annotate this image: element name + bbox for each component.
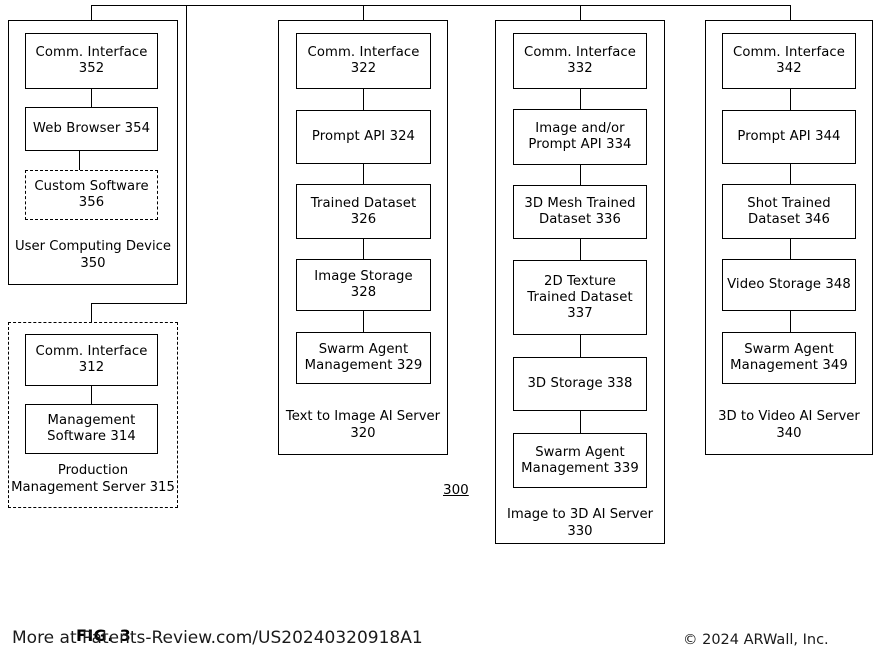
node-comm-interface-312[interactable]: Comm. Interface 312 bbox=[25, 334, 158, 386]
node-shot-trained-dataset-346[interactable]: Shot Trained Dataset 346 bbox=[722, 184, 856, 239]
patent-figure-canvas: User Computing Device 350 Comm. Interfac… bbox=[0, 0, 880, 662]
connector-342-344 bbox=[790, 89, 791, 110]
watermark-text: More at Patents-Review.com/US20240320918… bbox=[12, 628, 423, 648]
bus-drop-user-device bbox=[91, 5, 92, 20]
node-label: 3D Storage 338 bbox=[527, 376, 633, 391]
node-label: Web Browser 354 bbox=[32, 121, 151, 136]
node-label: Trained Dataset 326 bbox=[310, 195, 417, 227]
node-label: Custom Software 356 bbox=[34, 179, 149, 210]
node-swarm-agent-management-339[interactable]: Swarm Agent Management 339 bbox=[513, 433, 647, 488]
node-label: Swarm Agent Management 329 bbox=[304, 342, 423, 373]
connector-326-328 bbox=[363, 239, 364, 259]
node-custom-software-356[interactable]: Custom Software 356 bbox=[25, 170, 158, 220]
node-prompt-api-344[interactable]: Prompt API 344 bbox=[722, 110, 856, 164]
connector-328-329 bbox=[363, 311, 364, 332]
node-comm-interface-332[interactable]: Comm. Interface 332 bbox=[513, 33, 647, 89]
node-label: 2D Texture Trained Dataset 337 bbox=[527, 273, 633, 321]
node-label: Management Software 314 bbox=[47, 413, 136, 444]
node-3d-storage-338[interactable]: 3D Storage 338 bbox=[513, 357, 647, 411]
group-label-production-management-server: Production Management Server 315 bbox=[11, 463, 175, 495]
node-3d-mesh-trained-dataset-336[interactable]: 3D Mesh Trained Dataset 336 bbox=[513, 185, 647, 239]
node-video-storage-348[interactable]: Video Storage 348 bbox=[722, 259, 856, 311]
connector-338-339 bbox=[580, 411, 581, 433]
node-image-storage-328[interactable]: Image Storage 328 bbox=[296, 259, 431, 311]
group-label-text-to-image-ai-server: Text to Image AI Server 320 bbox=[285, 409, 441, 441]
node-comm-interface-342[interactable]: Comm. Interface 342 bbox=[722, 33, 856, 89]
bus-horizontal-main bbox=[91, 5, 791, 6]
copyright-text: © 2024 ARWall, Inc. bbox=[683, 632, 829, 648]
connector-324-326 bbox=[363, 164, 364, 184]
connector-346-348 bbox=[790, 239, 791, 259]
node-label: Swarm Agent Management 349 bbox=[730, 342, 848, 373]
node-comm-interface-322[interactable]: Comm. Interface 322 bbox=[296, 33, 431, 89]
node-management-software-314[interactable]: Management Software 314 bbox=[25, 404, 158, 454]
node-comm-interface-352[interactable]: Comm. Interface 352 bbox=[25, 33, 158, 89]
node-label: Comm. Interface 352 bbox=[35, 45, 148, 76]
bus-vertical-left-spine bbox=[186, 5, 187, 303]
node-label: Image Storage 328 bbox=[314, 269, 413, 300]
connector-332-334 bbox=[580, 89, 581, 109]
bus-drop-mgmt-server bbox=[91, 303, 92, 322]
node-label: Prompt API 324 bbox=[311, 129, 416, 144]
bus-elbow-to-mgmt-server bbox=[91, 303, 187, 304]
group-label-image-to-3d-ai-server: Image to 3D AI Server 330 bbox=[506, 507, 653, 539]
bus-drop-text-to-image bbox=[363, 5, 364, 20]
node-label: Comm. Interface 332 bbox=[524, 45, 636, 76]
group-label-3d-to-video-ai-server: 3D to Video AI Server 340 bbox=[718, 409, 860, 441]
node-label: 3D Mesh Trained Dataset 336 bbox=[524, 196, 636, 227]
node-image-prompt-api-334[interactable]: Image and/or Prompt API 334 bbox=[513, 109, 647, 165]
connector-334-336 bbox=[580, 165, 581, 185]
connector-354-356 bbox=[79, 151, 80, 170]
connector-312-314 bbox=[91, 386, 92, 404]
node-label: Comm. Interface 312 bbox=[35, 344, 148, 375]
node-label: Video Storage 348 bbox=[727, 277, 851, 292]
connector-336-337 bbox=[580, 239, 581, 260]
figure-reference-number: 300 bbox=[443, 482, 469, 498]
node-swarm-agent-management-329[interactable]: Swarm Agent Management 329 bbox=[296, 332, 431, 384]
node-web-browser-354[interactable]: Web Browser 354 bbox=[25, 107, 158, 151]
bus-drop-3d-to-video bbox=[790, 5, 791, 20]
connector-322-324 bbox=[363, 89, 364, 110]
connector-337-338 bbox=[580, 335, 581, 357]
node-label: Comm. Interface 342 bbox=[733, 45, 845, 76]
node-label: Image and/or Prompt API 334 bbox=[528, 121, 632, 152]
node-prompt-api-324[interactable]: Prompt API 324 bbox=[296, 110, 431, 164]
bus-drop-image-to-3d bbox=[580, 5, 581, 20]
connector-344-346 bbox=[790, 164, 791, 184]
node-trained-dataset-326[interactable]: Trained Dataset 326 bbox=[296, 184, 431, 239]
node-label: Comm. Interface 322 bbox=[307, 45, 420, 76]
connector-352-354 bbox=[91, 89, 92, 107]
node-label: Swarm Agent Management 339 bbox=[521, 444, 639, 476]
node-2d-texture-trained-dataset-337[interactable]: 2D Texture Trained Dataset 337 bbox=[513, 260, 647, 335]
node-swarm-agent-management-349[interactable]: Swarm Agent Management 349 bbox=[722, 332, 856, 384]
group-label-user-computing-device: User Computing Device 350 bbox=[15, 239, 171, 271]
node-label: Prompt API 344 bbox=[737, 129, 841, 144]
connector-348-349 bbox=[790, 311, 791, 332]
node-label: Shot Trained Dataset 346 bbox=[747, 195, 831, 227]
